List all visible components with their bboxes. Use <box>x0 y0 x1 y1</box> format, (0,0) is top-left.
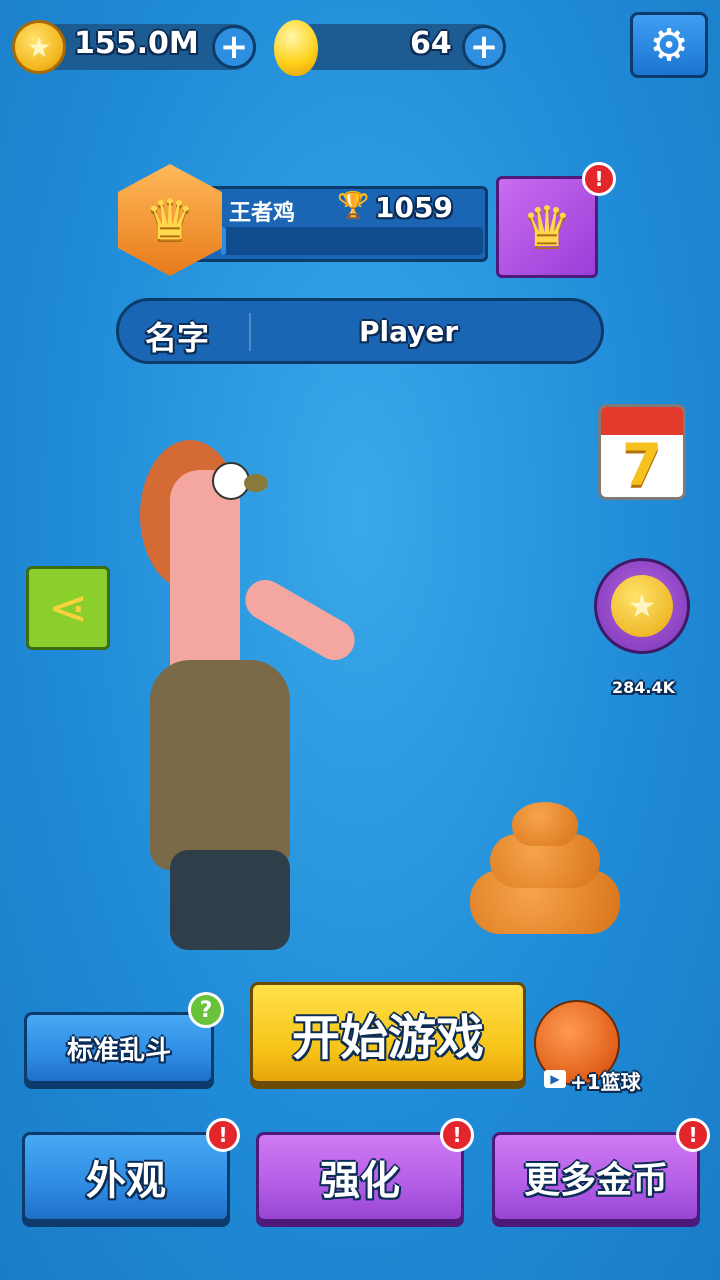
basketball-reward-label: +1篮球 <box>570 1070 641 1094</box>
add-gems-button[interactable]: + <box>462 25 506 69</box>
character-tunic <box>150 660 290 870</box>
game-mode-help-badge[interactable]: ? <box>188 992 224 1028</box>
rank-rewards-alert-badge: ! <box>582 162 616 196</box>
share-button[interactable]: ⋖ <box>26 566 110 650</box>
video-icon: ▶ <box>544 1070 566 1088</box>
share-icon: ⋖ <box>47 580 89 636</box>
daily-login-calendar-button[interactable]: 7 <box>598 404 686 500</box>
poop-prop <box>470 790 620 940</box>
star-coin-icon: ★ <box>611 575 673 637</box>
name-label: 名字 <box>145 319 210 357</box>
star-coin-icon: ★ <box>12 20 66 74</box>
gold-gem-icon <box>274 20 318 76</box>
game-mode-button[interactable]: 标准乱斗 <box>24 1012 214 1084</box>
trophy-icon: 🏆 <box>337 191 370 221</box>
player-character <box>140 400 380 970</box>
upgrade-alert-badge: ! <box>440 1118 474 1152</box>
character-legs <box>170 850 290 950</box>
free-coins-amount: 284.4K <box>612 678 676 697</box>
skins-button[interactable]: 外观 <box>22 1132 230 1222</box>
upgrade-button[interactable]: 强化 <box>256 1132 464 1222</box>
player-name-bar[interactable]: 名字 Player <box>116 298 604 364</box>
character-beak <box>244 474 268 492</box>
start-game-button[interactable]: 开始游戏 <box>250 982 526 1084</box>
more-coins-button[interactable]: 更多金币 <box>492 1132 700 1222</box>
trophy-count: 1059 <box>375 191 453 224</box>
player-name: Player <box>359 315 459 348</box>
rank-title: 王者鸡 <box>229 201 296 226</box>
name-divider <box>249 313 251 351</box>
gear-icon: ⚙ <box>649 19 689 71</box>
calendar-day: 7 <box>621 431 663 499</box>
crown-icon: ♛ <box>521 194 573 260</box>
rank-progress-track <box>221 227 483 255</box>
crown-icon: ♛ <box>144 187 196 253</box>
add-stars-button[interactable]: + <box>212 25 256 69</box>
more-coins-alert-badge: ! <box>676 1118 710 1152</box>
rank-rewards-button[interactable]: ♛ <box>496 176 598 278</box>
free-coins-button[interactable]: ★ <box>594 558 690 654</box>
star-currency-amount: 155.0M <box>74 26 199 61</box>
gem-currency-amount: 64 <box>410 26 452 61</box>
rank-panel: 王者鸡 🏆 1059 <box>190 186 488 262</box>
skins-alert-badge: ! <box>206 1118 240 1152</box>
character-arm <box>238 572 362 668</box>
settings-button[interactable]: ⚙ <box>630 12 708 78</box>
